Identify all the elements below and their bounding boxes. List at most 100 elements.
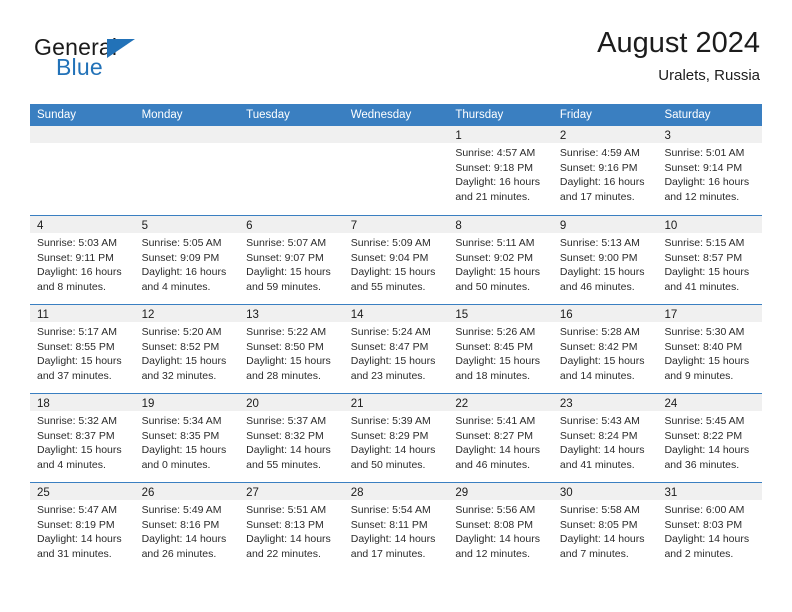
day-details: Sunrise: 5:37 AM Sunset: 8:32 PM Daylight:… [239, 411, 344, 472]
calendar-day-cell[interactable]: 7 Sunrise: 5:09 AM Sunset: 9:04 PM Daylight… [343, 216, 449, 304]
calendar-page: General Blue August 2024 Uralets, Russia… [0, 0, 792, 612]
daylight-text: and 26 minutes. [141, 547, 217, 560]
calendar-day-cell[interactable]: 18 Sunrise: 5:32 AM Sunset: 8:37 PM Dayligh… [30, 394, 135, 482]
day-number: 13 [246, 309, 259, 321]
sunrise-text: Sunrise: 5:13 AM [559, 237, 640, 249]
day-number-band: 10 [657, 216, 763, 233]
sunrise-text: Sunrise: 6:00 AM [664, 504, 745, 516]
calendar-day-cell[interactable]: 23 Sunrise: 5:43 AM Sunset: 8:24 PM Dayligh… [552, 394, 658, 482]
calendar-day-cell[interactable]: 11 Sunrise: 5:17 AM Sunset: 8:55 PM Dayligh… [30, 305, 135, 393]
daylight-text: and 50 minutes. [350, 458, 426, 471]
calendar-day-cell[interactable]: 21 Sunrise: 5:39 AM Sunset: 8:29 PM Dayligh… [343, 394, 449, 482]
daylight-text: Daylight: 15 hours [559, 266, 645, 279]
day-number: 25 [37, 487, 50, 499]
daylight-text: Daylight: 16 hours [664, 176, 750, 189]
day-number: 10 [664, 220, 678, 232]
calendar-day-cell[interactable]: 28 Sunrise: 5:54 AM Sunset: 8:11 PM Dayligh… [343, 483, 449, 571]
sunset-text: Sunset: 8:16 PM [141, 518, 220, 531]
day-details: Sunrise: 5:39 AM Sunset: 8:29 PM Daylight:… [344, 411, 449, 472]
day-details: Sunrise: 5:22 AM Sunset: 8:50 PM Daylight:… [239, 322, 344, 383]
calendar-day-cell[interactable]: 3 Sunrise: 5:01 AM Sunset: 9:14 PM Daylight… [657, 126, 763, 215]
calendar-day-cell[interactable]: 4 Sunrise: 5:03 AM Sunset: 9:11 PM Daylight… [30, 216, 135, 304]
day-number-band: 22 [448, 394, 553, 411]
calendar-day-cell[interactable]: 2 Sunrise: 4:59 AM Sunset: 9:16 PM Daylight… [552, 126, 658, 215]
daylight-text: Daylight: 15 hours [246, 355, 331, 368]
day-number-band [134, 126, 240, 143]
calendar-day-cell[interactable]: 6 Sunrise: 5:07 AM Sunset: 9:07 PM Daylight… [239, 216, 344, 304]
day-details: Sunrise: 5:32 AM Sunset: 8:37 PM Daylight:… [30, 411, 135, 472]
calendar-day-cell[interactable]: 20 Sunrise: 5:37 AM Sunset: 8:32 PM Dayligh… [239, 394, 344, 482]
weekday-header-friday: Friday [559, 109, 592, 121]
day-details: Sunrise: 5:56 AM Sunset: 8:08 PM Daylight:… [448, 500, 553, 561]
calendar-day-cell[interactable]: 30 Sunrise: 5:58 AM Sunset: 8:05 PM Dayligh… [552, 483, 658, 571]
day-details: Sunrise: 5:34 AM Sunset: 8:35 PM Daylight:… [135, 411, 240, 472]
daylight-text: Daylight: 15 hours [141, 444, 227, 457]
calendar-day-cell[interactable]: 8 Sunrise: 5:11 AM Sunset: 9:02 PM Daylight… [448, 216, 553, 304]
day-details: Sunrise: 5:13 AM Sunset: 9:00 PM Daylight:… [553, 233, 658, 294]
daylight-text: Daylight: 14 hours [455, 444, 540, 457]
day-number-band: 20 [239, 394, 344, 411]
day-number-band: 7 [343, 216, 449, 233]
daylight-text: and 22 minutes. [246, 547, 321, 560]
page-header: General Blue August 2024 Uralets, Russia [0, 0, 792, 103]
calendar-day-cell[interactable]: 25 Sunrise: 5:47 AM Sunset: 8:19 PM Dayligh… [30, 483, 135, 571]
day-number-band: 17 [657, 305, 763, 322]
day-details: Sunrise: 5:26 AM Sunset: 8:45 PM Daylight:… [448, 322, 553, 383]
daylight-text: and 55 minutes. [246, 458, 321, 471]
calendar-day-cell[interactable]: 17 Sunrise: 5:30 AM Sunset: 8:40 PM Dayligh… [657, 305, 763, 393]
calendar-day-cell[interactable]: 15 Sunrise: 5:26 AM Sunset: 8:45 PM Dayligh… [448, 305, 553, 393]
sunset-text: Sunset: 8:37 PM [37, 429, 115, 442]
sunrise-text: Sunrise: 5:41 AM [455, 415, 536, 427]
calendar-day-cell[interactable]: 26 Sunrise: 5:49 AM Sunset: 8:16 PM Dayligh… [134, 483, 240, 571]
general-blue-logo[interactable]: General Blue [34, 34, 214, 86]
calendar-week-row: 4 Sunrise: 5:03 AM Sunset: 9:11 PM Daylight… [30, 215, 763, 304]
sunrise-text: Sunrise: 5:37 AM [246, 415, 327, 427]
day-number-band: 16 [552, 305, 658, 322]
daylight-text: and 21 minutes. [455, 190, 531, 203]
day-number-band: 24 [657, 394, 763, 411]
day-number: 16 [559, 309, 573, 321]
day-number: 30 [559, 487, 573, 499]
daylight-text: Daylight: 16 hours [141, 266, 227, 279]
calendar-day-cell[interactable]: 19 Sunrise: 5:34 AM Sunset: 8:35 PM Dayligh… [134, 394, 240, 482]
day-number: 8 [455, 220, 462, 232]
day-number-band: 28 [343, 483, 449, 500]
calendar-week-row: 11 Sunrise: 5:17 AM Sunset: 8:55 PM Dayligh… [30, 304, 763, 393]
daylight-text: and 46 minutes. [455, 458, 531, 471]
sunrise-text: Sunrise: 5:15 AM [664, 237, 745, 249]
daylight-text: and 41 minutes. [664, 280, 740, 293]
calendar-day-cell[interactable]: 13 Sunrise: 5:22 AM Sunset: 8:50 PM Dayligh… [239, 305, 344, 393]
calendar-day-cell[interactable]: 5 Sunrise: 5:05 AM Sunset: 9:09 PM Daylight… [134, 216, 240, 304]
daylight-text: and 37 minutes. [37, 369, 112, 382]
day-number-band: 5 [134, 216, 240, 233]
sunrise-text: Sunrise: 5:20 AM [141, 326, 222, 338]
day-number: 2 [559, 130, 567, 142]
calendar-day-cell[interactable]: 1 Sunrise: 4:57 AM Sunset: 9:18 PM Daylight… [448, 126, 553, 215]
day-details: Sunrise: 5:05 AM Sunset: 9:09 PM Daylight:… [135, 233, 240, 294]
calendar-day-cell[interactable]: 29 Sunrise: 5:56 AM Sunset: 8:08 PM Dayligh… [448, 483, 553, 571]
daylight-text: Daylight: 14 hours [141, 533, 227, 546]
calendar-day-cell[interactable]: 16 Sunrise: 5:28 AM Sunset: 8:42 PM Dayligh… [552, 305, 658, 393]
day-details: Sunrise: 5:20 AM Sunset: 8:52 PM Daylight:… [135, 322, 240, 383]
daylight-text: and 17 minutes. [559, 190, 635, 203]
sunrise-text: Sunrise: 4:57 AM [455, 147, 536, 159]
day-details: Sunrise: 5:28 AM Sunset: 8:42 PM Daylight:… [553, 322, 658, 383]
sunrise-text: Sunrise: 5:01 AM [664, 147, 745, 159]
calendar-day-cell[interactable]: 10 Sunrise: 5:15 AM Sunset: 8:57 PM Dayligh… [657, 216, 763, 304]
title-block: August 2024 Uralets, Russia [597, 26, 760, 86]
calendar-day-cell[interactable]: 22 Sunrise: 5:41 AM Sunset: 8:27 PM Dayligh… [448, 394, 553, 482]
daylight-text: Daylight: 14 hours [559, 533, 645, 546]
day-number-band: 8 [448, 216, 553, 233]
day-details [30, 143, 135, 146]
day-number: 21 [350, 398, 364, 410]
calendar-day-cell[interactable]: 27 Sunrise: 5:51 AM Sunset: 8:13 PM Dayligh… [239, 483, 344, 571]
daylight-text: and 7 minutes. [559, 547, 629, 560]
daylight-text: Daylight: 14 hours [246, 444, 331, 457]
calendar-day-cell[interactable]: 24 Sunrise: 5:45 AM Sunset: 8:22 PM Dayligh… [657, 394, 763, 482]
calendar-day-cell[interactable]: 9 Sunrise: 5:13 AM Sunset: 9:00 PM Daylight… [552, 216, 658, 304]
calendar-day-cell[interactable]: 12 Sunrise: 5:20 AM Sunset: 8:52 PM Dayligh… [134, 305, 240, 393]
day-details: Sunrise: 5:01 AM Sunset: 9:14 PM Daylight:… [657, 143, 762, 204]
day-details: Sunrise: 5:58 AM Sunset: 8:05 PM Daylight:… [553, 500, 658, 561]
calendar-day-cell[interactable]: 14 Sunrise: 5:24 AM Sunset: 8:47 PM Dayligh… [343, 305, 449, 393]
calendar-day-cell[interactable]: 31 Sunrise: 6:00 AM Sunset: 8:03 PM Dayligh… [657, 483, 763, 571]
